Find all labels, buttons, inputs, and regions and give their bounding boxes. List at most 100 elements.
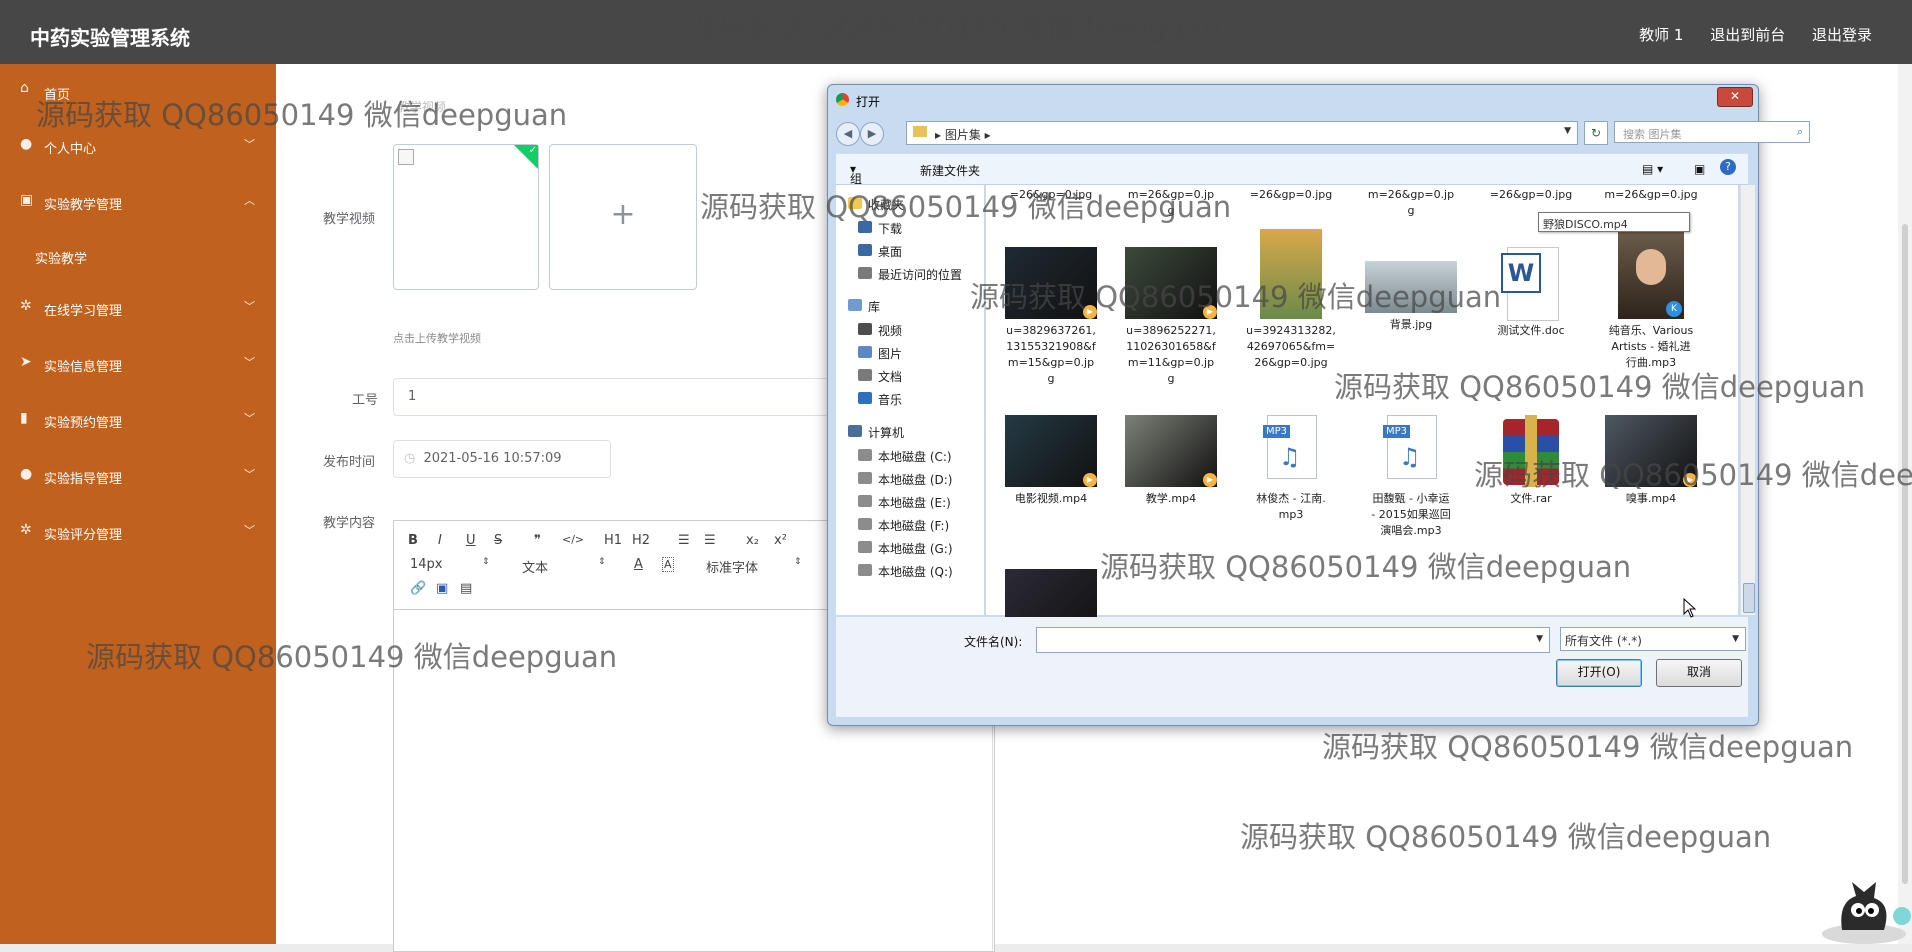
nav-pane-label: 文档 xyxy=(878,370,903,384)
cancel-button[interactable]: 取消 xyxy=(1656,659,1742,687)
app-title: 中药实验管理系统 xyxy=(30,26,190,50)
obscured-field-label: 教学视频 xyxy=(398,100,447,114)
file-caption-partial[interactable]: =26&gp=0.jpg xyxy=(1236,187,1346,203)
code-button[interactable]: </> xyxy=(562,533,584,546)
dialog-title: 打开 xyxy=(856,95,881,109)
video-icon[interactable]: ▤ xyxy=(460,581,472,596)
file-item[interactable]: u=3924313282, 42697065&fm= 26&gp=0.jpg xyxy=(1236,229,1346,371)
chevron-down-icon: ﹀ xyxy=(244,356,255,369)
file-item[interactable]: MP3 ♫ 田馥甄 - 小幸运 - 2015如果巡回 演唱会.mp3 xyxy=(1356,415,1466,539)
video-thumbnail: ▶ xyxy=(1125,415,1217,487)
mp3-file-icon: MP3 ♫ xyxy=(1261,415,1321,487)
file-item[interactable]: MP3 ♫ 林俊杰 - 江南. mp3 xyxy=(1236,415,1346,523)
h2-button[interactable]: H2 xyxy=(632,533,650,548)
mouse-cursor-icon xyxy=(1683,598,1697,618)
link-icon[interactable]: 🔗 xyxy=(410,581,426,596)
sidebar-item-experiment-info[interactable]: ➤ 实验信息管理 ﹀ xyxy=(0,338,276,394)
folder-icon xyxy=(848,299,862,311)
help-icon[interactable]: ? xyxy=(1720,159,1736,175)
superscript-button[interactable]: x² xyxy=(774,533,787,548)
subscript-button[interactable]: x₂ xyxy=(746,533,759,548)
view-options-icon[interactable]: ▤ ▾ xyxy=(1642,162,1663,176)
staff-id-value: 1 xyxy=(408,389,417,404)
file-item[interactable]: 背景.jpg xyxy=(1356,247,1466,333)
file-caption-partial[interactable]: m=26&gp=0.jpg xyxy=(1596,187,1706,203)
uploaded-video-thumb[interactable]: ✓ xyxy=(393,144,539,290)
upload-add-button[interactable]: + xyxy=(549,144,697,290)
chevron-down-icon[interactable]: ▼ xyxy=(1564,126,1571,136)
file-caption-partial[interactable]: =26&gp=0.jpg xyxy=(996,187,1106,203)
nav-pane-label: 音乐 xyxy=(878,393,903,407)
file-item[interactable]: ▶ 嗅事.mp4 xyxy=(1596,415,1706,507)
file-item[interactable]: W 测试文件.doc xyxy=(1476,247,1586,339)
h1-button[interactable]: H1 xyxy=(604,533,622,548)
image-icon[interactable]: ▣ xyxy=(436,581,448,596)
file-type-select[interactable]: 所有文件 (*.*) ▼ xyxy=(1560,627,1746,651)
open-button[interactable]: 打开(O) xyxy=(1556,659,1642,687)
page-scrollbar-thumb[interactable] xyxy=(1902,224,1908,884)
underline-button[interactable]: U xyxy=(466,533,476,548)
file-name: 测试文件.doc xyxy=(1497,324,1565,337)
sidebar-item-scoring[interactable]: ✲ 实验评分管理 ﹀ xyxy=(0,506,276,562)
bold-button[interactable]: B xyxy=(408,533,418,548)
exit-to-front-link[interactable]: 退出到前台 xyxy=(1710,26,1785,44)
file-caption-partial[interactable]: m=26&gp=0.jp g xyxy=(1356,187,1466,219)
updown-icon: ⇕ xyxy=(598,557,606,567)
font-color-button[interactable]: A xyxy=(634,557,643,572)
file-item[interactable]: 文件.rar xyxy=(1476,415,1586,507)
file-item[interactable]: K 纯音乐、Various Artists - 婚礼进 行曲.mp3 xyxy=(1596,231,1706,371)
file-item[interactable]: ▶ u=3896252271, 11026301658&f m=11&gp=0.j… xyxy=(1116,247,1226,387)
organize-button[interactable]: 组织 ▾ xyxy=(850,162,862,203)
drive-icon xyxy=(858,564,872,576)
sidebar-item-label: 个人中心 xyxy=(44,142,97,157)
filename-input[interactable]: ▼ xyxy=(1036,627,1550,653)
sidebar-item-online-learning[interactable]: ✲ 在线学习管理 ﹀ xyxy=(0,282,276,338)
sidebar-subitem-teaching[interactable]: 实验教学 xyxy=(0,232,276,282)
nav-pane-label: 收藏夹 xyxy=(868,198,905,212)
preview-pane-icon[interactable]: ▣ xyxy=(1694,162,1705,176)
chevron-down-icon: ﹀ xyxy=(244,138,255,151)
quote-button[interactable]: ❞ xyxy=(534,533,541,548)
strike-button[interactable]: S xyxy=(494,533,502,548)
refresh-button[interactable]: ↻ xyxy=(1584,121,1608,145)
sidebar: ⌂ 首页 ● 个人中心 ﹀ ▣ 实验教学管理 ︿ 实验教学 ✲ 在线学习管理 ﹀… xyxy=(0,64,276,944)
mp3-file-icon: MP3 ♫ xyxy=(1381,415,1441,487)
file-open-dialog: 打开 ✕ ◀ ▶ ▸ 图片集 ▸ ▼ ↻ 搜索 图片集 ⌕ 组织 ▾ 新建文件夹… xyxy=(827,84,1810,726)
sidebar-item-guidance[interactable]: ● 实验指导管理 ﹀ xyxy=(0,450,276,506)
image-thumbnail xyxy=(1365,261,1457,313)
file-list-scrollbar[interactable] xyxy=(1740,185,1755,615)
sidebar-item-booking[interactable]: ▮ 实验预约管理 ﹀ xyxy=(0,394,276,450)
back-button[interactable]: ◀ xyxy=(836,122,860,146)
file-item[interactable]: ▶ 电影视频.mp4 xyxy=(996,415,1106,507)
star-icon xyxy=(848,197,862,209)
file-caption-partial[interactable]: m=26&gp=0.jp g xyxy=(1116,187,1226,219)
address-bar[interactable]: ▸ 图片集 ▸ ▼ xyxy=(906,121,1578,145)
forward-button[interactable]: ▶ xyxy=(860,122,884,146)
dialog-close-button[interactable]: ✕ xyxy=(1717,87,1753,107)
video-thumbnail: ▶ xyxy=(1005,415,1097,487)
sidebar-item-profile[interactable]: ● 个人中心 ﹀ xyxy=(0,120,276,176)
search-input[interactable]: 搜索 图片集 ⌕ xyxy=(1614,121,1810,143)
file-name: u=3829637261, 13155321908&f m=15&gp=0.jp… xyxy=(1006,324,1096,385)
file-item[interactable]: ▶ u=3829637261, 13155321908&f m=15&gp=0.j… xyxy=(996,247,1106,387)
file-list-scrollbar-thumb[interactable] xyxy=(1743,583,1755,613)
italic-button[interactable]: I xyxy=(438,533,442,548)
ordered-list-button[interactable]: ☰ xyxy=(678,533,690,548)
page-scrollbar[interactable] xyxy=(1898,64,1912,944)
logout-link[interactable]: 退出登录 xyxy=(1812,26,1872,44)
bullet-list-button[interactable]: ☰ xyxy=(704,533,716,548)
drive-icon xyxy=(858,449,872,461)
staff-id-input[interactable]: 1 xyxy=(393,378,829,416)
search-icon: ⌕ xyxy=(1796,125,1803,138)
background-color-button[interactable]: A xyxy=(662,557,674,572)
breadcrumb[interactable]: ▸ 图片集 ▸ xyxy=(935,126,991,143)
sidebar-item-label: 首页 xyxy=(44,88,71,103)
user-name[interactable]: 教师 1 xyxy=(1639,26,1683,44)
publish-time-input[interactable]: ◷ 2021-05-16 10:57:09 xyxy=(393,440,611,478)
sidebar-item-teaching-mgmt[interactable]: ▣ 实验教学管理 ︿ xyxy=(0,176,276,232)
new-folder-button[interactable]: 新建文件夹 xyxy=(920,162,980,179)
sidebar-item-home[interactable]: ⌂ 首页 xyxy=(0,64,276,120)
file-caption-partial[interactable]: =26&gp=0.jpg xyxy=(1476,187,1586,203)
file-item[interactable]: ▶ 教学.mp4 xyxy=(1116,415,1226,507)
chevron-down-icon: ﹀ xyxy=(244,300,255,313)
